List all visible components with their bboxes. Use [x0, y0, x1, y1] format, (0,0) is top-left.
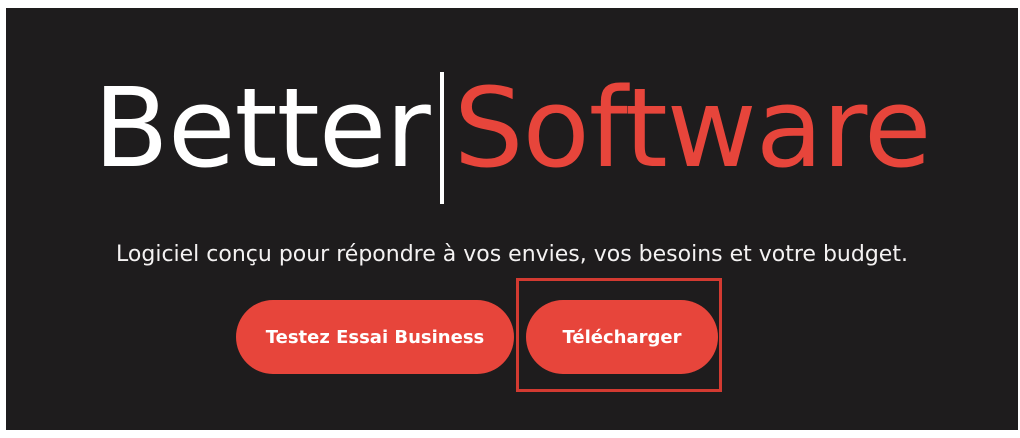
try-business-button[interactable]: Testez Essai Business	[236, 300, 514, 374]
logo-divider	[439, 72, 444, 204]
logo-software-text: Software	[453, 64, 932, 192]
download-button[interactable]: Télécharger	[526, 300, 718, 374]
hero-tagline: Logiciel conçu pour répondre à vos envie…	[116, 242, 908, 267]
brand-logo: Better Software	[6, 62, 1018, 204]
hero-actions: Testez Essai Business Télécharger	[6, 300, 1018, 374]
logo-better-text: Better	[93, 64, 430, 192]
hero-section: Better Software Logiciel conçu pour répo…	[6, 8, 1018, 430]
